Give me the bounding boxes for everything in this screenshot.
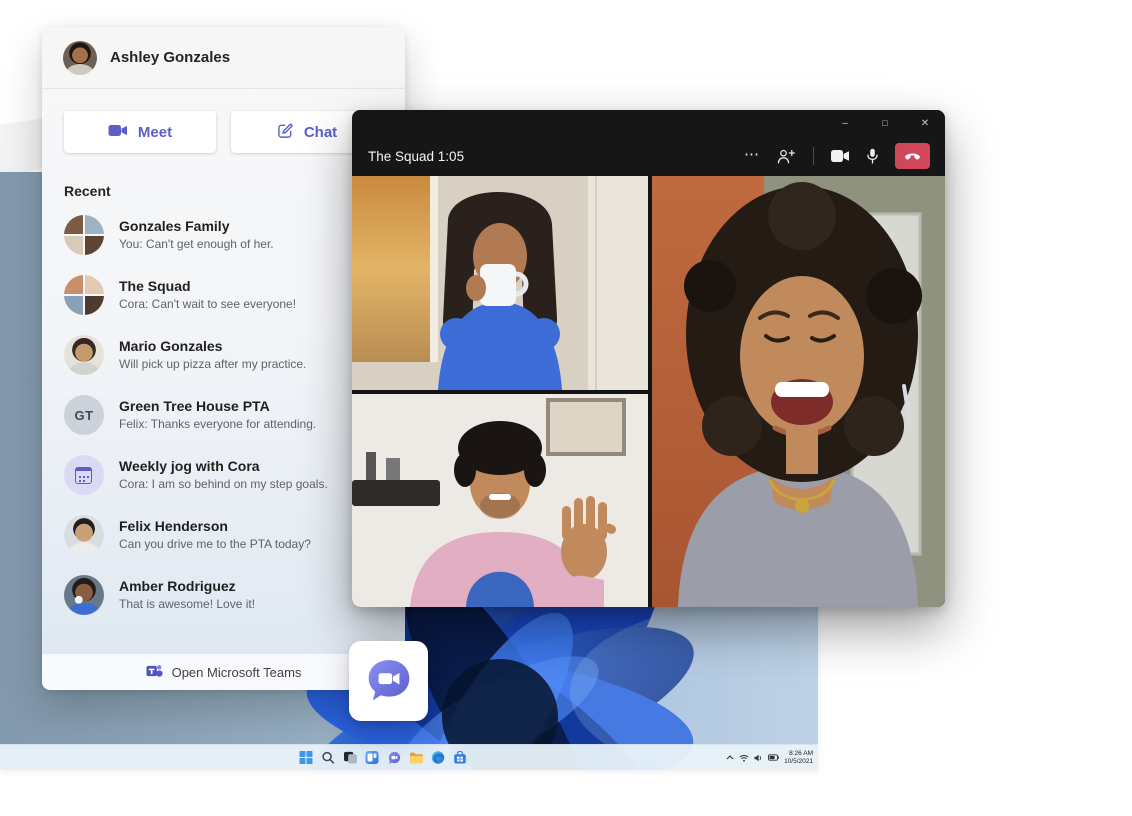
teams-call-window: – □ ✕ The Squad 1:05 ⋯ xyxy=(352,110,945,607)
teams-chat-flyout: Ashley Gonzales Meet Chat Recent Gonzale… xyxy=(42,27,405,690)
conversation-name: Gonzales Family xyxy=(119,218,274,235)
toolbar-divider xyxy=(813,147,814,165)
conversation-name: The Squad xyxy=(119,278,296,295)
conversation-preview: Felix: Thanks everyone for attending. xyxy=(119,417,316,432)
list-item[interactable]: Amber Rodriguez That is awesome! Love it… xyxy=(42,565,405,625)
video-tile-woman-laughing xyxy=(652,176,945,607)
file-explorer-icon[interactable] xyxy=(408,749,425,766)
battery-icon[interactable] xyxy=(768,754,779,761)
flyout-header: Ashley Gonzales xyxy=(42,27,405,89)
taskbar-icons xyxy=(298,749,469,766)
volume-icon[interactable] xyxy=(754,754,763,762)
minimize-button[interactable]: – xyxy=(825,110,865,136)
conversation-preview: Cora: Can't wait to see everyone! xyxy=(119,297,296,312)
conversation-name: Weekly jog with Cora xyxy=(119,458,328,475)
close-button[interactable]: ✕ xyxy=(905,110,945,136)
conversation-preview: That is awesome! Love it! xyxy=(119,597,255,612)
tray-date: 10/5/2021 xyxy=(784,758,813,766)
conversation-avatar xyxy=(64,455,104,495)
user-avatar[interactable] xyxy=(63,41,97,75)
teams-logo-icon xyxy=(146,663,163,682)
maximize-button[interactable]: □ xyxy=(865,110,905,136)
list-item[interactable]: Weekly jog with Cora Cora: I am so behin… xyxy=(42,445,405,505)
wifi-icon[interactable] xyxy=(739,754,749,762)
conversation-preview: Can you drive me to the PTA today? xyxy=(119,537,311,552)
action-buttons: Meet Chat xyxy=(64,111,383,153)
system-tray: 8:26 AM 10/5/2021 xyxy=(726,745,813,770)
meet-button[interactable]: Meet xyxy=(64,111,216,153)
open-teams-label: Open Microsoft Teams xyxy=(172,665,302,680)
conversation-avatar xyxy=(64,575,104,615)
chat-bubble-video-icon xyxy=(364,656,414,706)
compose-icon xyxy=(277,122,294,143)
chat-taskbar-icon[interactable] xyxy=(386,749,403,766)
task-view-icon[interactable] xyxy=(342,749,359,766)
hidden-icons-chevron[interactable] xyxy=(726,755,734,760)
conversation-avatar: GT xyxy=(64,395,104,435)
taskbar-clock[interactable]: 8:26 AM 10/5/2021 xyxy=(784,750,813,766)
chat-button-label: Chat xyxy=(304,124,337,141)
video-grid xyxy=(352,176,945,607)
conversation-preview: You: Can't get enough of her. xyxy=(119,237,274,252)
camera-icon[interactable] xyxy=(831,150,850,162)
edge-browser-icon[interactable] xyxy=(430,749,447,766)
conversation-name: Mario Gonzales xyxy=(119,338,306,355)
meet-button-label: Meet xyxy=(138,124,172,141)
recent-heading: Recent xyxy=(64,183,383,199)
call-title-bar: The Squad 1:05 ⋯ xyxy=(352,136,945,176)
more-options-icon[interactable]: ⋯ xyxy=(744,145,760,167)
window-controls: – □ ✕ xyxy=(352,110,945,136)
hang-up-button[interactable] xyxy=(895,143,930,169)
list-item[interactable]: The Squad Cora: Can't wait to see everyo… xyxy=(42,265,405,325)
store-icon[interactable] xyxy=(452,749,469,766)
add-people-icon[interactable] xyxy=(777,149,796,164)
call-toolbar: ⋯ xyxy=(744,143,930,169)
conversation-list: Gonzales Family You: Can't get enough of… xyxy=(42,205,405,625)
user-name: Ashley Gonzales xyxy=(110,49,230,66)
list-item[interactable]: Felix Henderson Can you drive me to the … xyxy=(42,505,405,565)
video-camera-icon xyxy=(108,124,128,141)
conversation-avatar xyxy=(64,215,104,255)
list-item[interactable]: Mario Gonzales Will pick up pizza after … xyxy=(42,325,405,385)
conversation-avatar xyxy=(64,275,104,315)
conversation-name: Felix Henderson xyxy=(119,518,311,535)
conversation-name: Green Tree House PTA xyxy=(119,398,316,415)
conversation-avatar xyxy=(64,335,104,375)
conversation-avatar xyxy=(64,515,104,555)
conversation-preview: Cora: I am so behind on my step goals. xyxy=(119,477,328,492)
list-item[interactable]: Gonzales Family You: Can't get enough of… xyxy=(42,205,405,265)
call-title: The Squad 1:05 xyxy=(368,149,464,164)
hero-screenshot: 8:26 AM 10/5/2021 Ashley Gonzales Meet xyxy=(0,0,1132,816)
taskbar: 8:26 AM 10/5/2021 xyxy=(0,744,818,770)
tray-time: 8:26 AM xyxy=(784,750,813,758)
microphone-icon[interactable] xyxy=(867,148,878,164)
conversation-preview: Will pick up pizza after my practice. xyxy=(119,357,306,372)
widgets-icon[interactable] xyxy=(364,749,381,766)
video-tile-woman-drinking-from-mug xyxy=(352,176,648,390)
start-button-icon[interactable] xyxy=(298,749,315,766)
list-item[interactable]: GT Green Tree House PTA Felix: Thanks ev… xyxy=(42,385,405,445)
video-tile-man-waving xyxy=(352,394,648,607)
search-icon[interactable] xyxy=(320,749,337,766)
teams-chat-launcher[interactable] xyxy=(349,641,428,721)
conversation-name: Amber Rodriguez xyxy=(119,578,255,595)
